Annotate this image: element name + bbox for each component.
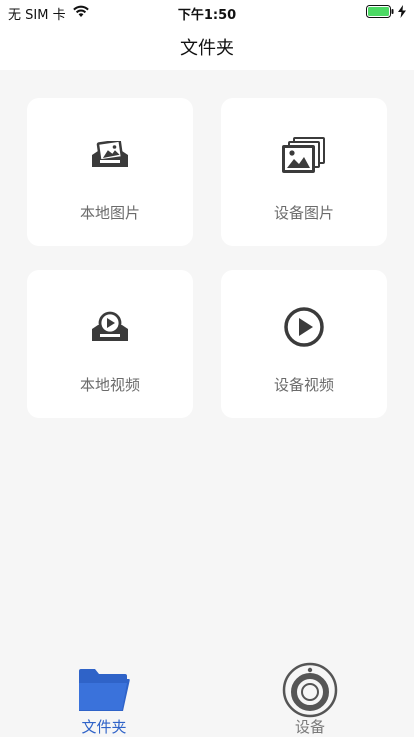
navigation-bar: 文件夹 xyxy=(0,24,414,70)
folder-icon xyxy=(44,662,164,718)
device-pictures-card[interactable]: 设备图片 xyxy=(221,98,387,246)
charging-bolt-icon xyxy=(398,5,406,22)
local-pictures-label: 本地图片 xyxy=(79,204,140,222)
page-title: 文件夹 xyxy=(180,38,234,59)
status-bar: 无 SIM 卡 下午1:50 xyxy=(0,0,414,24)
status-time: 下午1:50 xyxy=(177,8,237,23)
tab-folder-label: 文件夹 xyxy=(81,718,127,736)
folder-grid: 本地图片 设备图片 本地视频 设备视频 xyxy=(0,70,414,650)
local-video-icon xyxy=(27,304,193,350)
play-circle-icon xyxy=(221,304,387,350)
local-pictures-card[interactable]: 本地图片 xyxy=(27,98,193,246)
device-pictures-icon xyxy=(221,132,387,178)
local-videos-card[interactable]: 本地视频 xyxy=(27,270,193,418)
tab-device[interactable]: 设备 xyxy=(250,658,370,736)
device-pictures-label: 设备图片 xyxy=(273,204,334,222)
local-picture-icon xyxy=(27,132,193,178)
device-videos-label: 设备视频 xyxy=(273,376,334,394)
tab-device-label: 设备 xyxy=(294,718,325,736)
status-right xyxy=(366,5,406,22)
battery-icon xyxy=(366,5,394,22)
device-camera-icon xyxy=(250,662,370,718)
tab-folder[interactable]: 文件夹 xyxy=(44,658,164,736)
local-videos-label: 本地视频 xyxy=(79,376,140,394)
tab-bar: 文件夹 设备 xyxy=(0,650,414,736)
device-videos-card[interactable]: 设备视频 xyxy=(221,270,387,418)
